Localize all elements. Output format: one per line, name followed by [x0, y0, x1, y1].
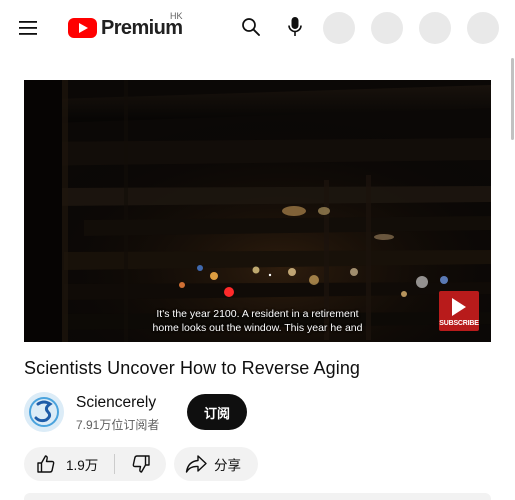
region-code: HK [170, 11, 183, 21]
video-captions: It's the year 2100. A resident in a reti… [24, 307, 491, 335]
play-icon [452, 297, 466, 316]
header-placeholder-button[interactable] [371, 12, 403, 44]
top-bar: Premium HK [0, 0, 515, 56]
scrollbar-thumb[interactable] [511, 58, 514, 140]
share-button[interactable]: 分享 [174, 447, 258, 481]
caption-line: home looks out the window. This year he … [152, 322, 363, 334]
header-placeholder-button[interactable] [467, 12, 499, 44]
video-title: Scientists Uncover How to Reverse Aging [24, 358, 361, 378]
share-icon [185, 455, 207, 473]
thumbs-down-icon [132, 455, 150, 473]
subscribe-button[interactable]: 订阅 [187, 394, 247, 430]
channel-name[interactable]: Sciencerely [76, 394, 156, 412]
menu-icon[interactable] [12, 12, 44, 44]
youtube-logo-icon [68, 18, 97, 38]
dislike-button[interactable] [115, 447, 166, 481]
microphone-icon[interactable] [281, 12, 309, 42]
like-button[interactable]: 1.9万 [24, 447, 114, 481]
page-scrollbar[interactable] [509, 56, 515, 500]
like-count: 1.9万 [66, 458, 99, 473]
header-placeholder-button[interactable] [323, 12, 355, 44]
like-dislike-group: 1.9万 [24, 447, 166, 481]
description-box[interactable] [24, 493, 491, 500]
channel-avatar[interactable] [24, 392, 64, 432]
header-placeholder-button[interactable] [419, 12, 451, 44]
video-player[interactable]: It's the year 2100. A resident in a reti… [24, 80, 491, 342]
subscribe-watermark[interactable]: SUBSCRIBE [439, 291, 479, 331]
thumbs-up-icon [37, 455, 55, 473]
caption-line: It's the year 2100. A resident in a reti… [156, 308, 359, 320]
video-frame [24, 80, 491, 342]
youtube-premium-logo[interactable]: Premium HK [68, 11, 183, 41]
share-label: 分享 [214, 458, 241, 473]
subscriber-count: 7.91万位订阅者 [76, 418, 160, 432]
watermark-label: SUBSCRIBE [439, 319, 479, 327]
search-icon[interactable] [236, 12, 266, 42]
